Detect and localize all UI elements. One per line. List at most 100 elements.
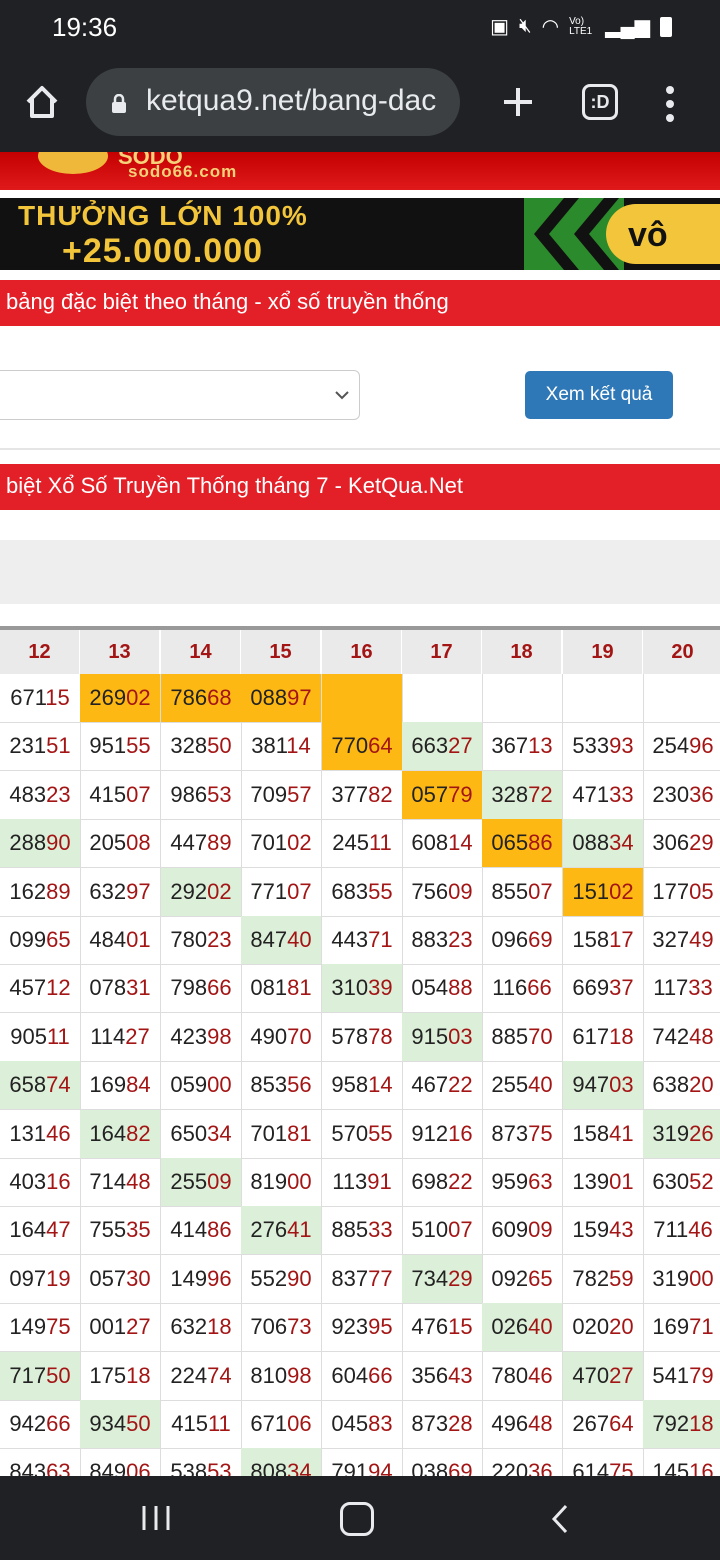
cell-prefix: 792 (652, 1411, 690, 1436)
table-cell: 31039 (322, 964, 403, 1013)
table-cell: 78046 (482, 1352, 563, 1401)
cell-tail-digits: 15 (448, 1314, 473, 1339)
table-cell: 49070 (241, 1013, 322, 1062)
mute-icon: 🔇︎ (519, 15, 532, 37)
cell-prefix: 883 (411, 927, 449, 952)
cell-prefix: 658 (9, 1072, 47, 1097)
back-icon[interactable] (548, 1502, 572, 1536)
section-heading-table: biệt Xổ Số Truyền Thống tháng 7 - KetQua… (0, 464, 720, 510)
cell-tail-digits: 07 (528, 879, 553, 904)
table-cell: 71146 (643, 1206, 720, 1255)
cell-prefix: 714 (89, 1169, 127, 1194)
ad-banner-main[interactable]: THƯỞNG LỚN 100% +25.000.000 vô (0, 198, 720, 270)
cell-prefix: 162 (9, 879, 47, 904)
table-cell: 84363 (0, 1448, 81, 1476)
cell-prefix: 552 (250, 1266, 288, 1291)
column-header: 18 (482, 630, 562, 674)
cell-tail-digits: 02 (207, 879, 232, 904)
cell-tail-digits: 56 (287, 1072, 312, 1097)
cell-prefix: 476 (411, 1314, 449, 1339)
cell-tail-digits: 79 (689, 1363, 714, 1388)
column-header: 12 (0, 630, 80, 674)
cell-tail-digits: 06 (287, 1411, 312, 1436)
table-cell: 71448 (80, 1158, 161, 1207)
table-cell: 84906 (80, 1448, 161, 1476)
table-cell: 54179 (643, 1352, 720, 1401)
table-cell: 90511 (0, 1013, 81, 1062)
cell-prefix: 510 (411, 1217, 449, 1242)
cell-tail-digits: 22 (448, 1072, 473, 1097)
cell-tail-digits: 06 (126, 1459, 151, 1476)
table-cell: 15102 (563, 868, 644, 917)
cell-tail-digits: 75 (528, 1121, 553, 1146)
results-table[interactable]: 12 13 14 15 16 17 18 19 20 67115 26902 78668 08897 2… (0, 626, 720, 1476)
cell-tail-digits: 18 (126, 1363, 151, 1388)
cell-prefix: 683 (331, 879, 369, 904)
table-cell: 70957 (241, 771, 322, 820)
table-cell: 48401 (80, 916, 161, 965)
table-cell: 83777 (322, 1255, 403, 1304)
cell-tail-digits: 41 (609, 1121, 634, 1146)
cell-prefix: 088 (250, 685, 288, 710)
cell-tail-digits: 37 (609, 975, 634, 1000)
table-cell: 05900 (161, 1061, 242, 1110)
cell-prefix: 470 (572, 1363, 610, 1388)
cell-tail-digits: 43 (609, 1217, 634, 1242)
cell-tail-digits: 30 (126, 1266, 151, 1291)
table-cell: 60466 (322, 1352, 403, 1401)
table-cell: 45712 (0, 964, 81, 1013)
recent-apps-icon[interactable] (140, 1502, 172, 1534)
cell-prefix: 205 (89, 830, 127, 855)
new-tab-icon[interactable] (496, 80, 540, 124)
cell-tail-digits: 18 (689, 1411, 714, 1436)
cell-tail-digits: 78 (368, 1024, 393, 1049)
view-results-button[interactable]: Xem kết quả (525, 371, 673, 419)
cell-prefix: 310 (331, 975, 369, 1000)
cell-prefix: 873 (491, 1121, 529, 1146)
system-nav-bar (0, 1476, 720, 1560)
table-cell: 14516 (643, 1448, 720, 1476)
table-cell: 79218 (643, 1400, 720, 1449)
table-cell: 87375 (482, 1110, 563, 1159)
table-cell: 32749 (643, 916, 720, 965)
table-cell: 92395 (322, 1303, 403, 1352)
table-cell: 32850 (161, 722, 242, 771)
ad-cta-button[interactable]: vô (606, 204, 720, 264)
cell-prefix: 169 (652, 1314, 690, 1339)
cell-prefix: 328 (170, 733, 208, 758)
cell-prefix: 837 (331, 1266, 369, 1291)
more-menu-icon[interactable] (660, 84, 680, 124)
ad-banner-top[interactable]: SODO sodo66.com (0, 152, 720, 190)
cell-prefix: 054 (411, 975, 449, 1000)
home-nav-icon[interactable] (340, 1502, 374, 1536)
cell-tail-digits: 97 (287, 685, 312, 710)
month-select[interactable] (0, 370, 360, 420)
cell-prefix: 604 (331, 1363, 369, 1388)
cell-tail-digits: 88 (448, 975, 473, 1000)
cell-tail-digits: 97 (126, 879, 151, 904)
table-cell: 95155 (80, 722, 161, 771)
home-icon[interactable] (22, 82, 62, 122)
cell-prefix: 158 (572, 927, 610, 952)
battery-icon (660, 16, 672, 37)
status-icons: ▣ 🔇︎ ◠ Vo) LTE1 ▂▄▆ (490, 14, 672, 39)
cell-tail-digits: 31 (126, 975, 151, 1000)
table-cell: 00127 (80, 1303, 161, 1352)
cell-prefix: 617 (572, 1024, 610, 1049)
table-cell: 77107 (241, 868, 322, 917)
cell-tail-digits: 82 (368, 782, 393, 807)
table-cell: 70102 (241, 819, 322, 868)
cell-prefix: 175 (89, 1363, 127, 1388)
cell-prefix: 356 (411, 1363, 449, 1388)
table-cell: 26902 (80, 674, 161, 723)
cell-tail-digits: 74 (46, 1072, 71, 1097)
address-bar[interactable]: ketqua9.net/bang-dac (86, 68, 460, 136)
cell-prefix: 177 (652, 879, 690, 904)
cell-tail-digits: 18 (207, 1314, 232, 1339)
cell-prefix: 791 (331, 1459, 369, 1476)
cell-prefix: 855 (491, 879, 529, 904)
tab-switcher-button[interactable]: :D (582, 84, 618, 120)
table-cell: 31926 (643, 1110, 720, 1159)
cell-prefix: 267 (572, 1411, 610, 1436)
cell-tail-digits: 98 (287, 1363, 312, 1388)
